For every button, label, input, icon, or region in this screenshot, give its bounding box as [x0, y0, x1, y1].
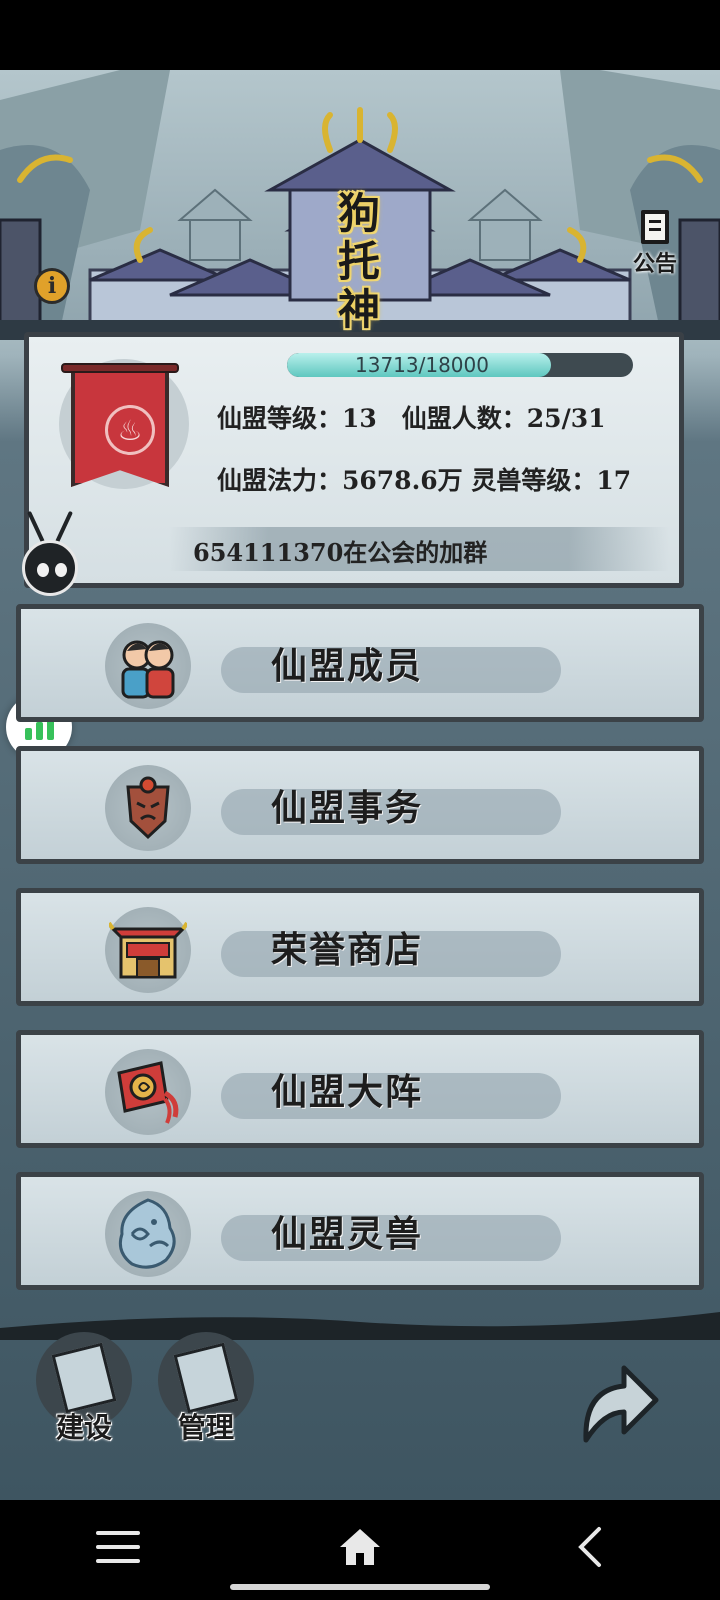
back-icon[interactable]	[560, 1522, 620, 1572]
menu-honor-shop[interactable]: 荣誉商店	[16, 888, 704, 1006]
mascot-assistant-icon[interactable]	[18, 510, 82, 610]
manage-label: 管理	[177, 1411, 234, 1444]
guild-banner-icon: ♨	[71, 367, 169, 487]
menu-guild-members[interactable]: 仙盟成员	[16, 604, 704, 722]
build-button[interactable]: 建设	[36, 1332, 132, 1444]
return-arrow-icon[interactable]	[576, 1350, 662, 1450]
menu-label: 仙盟成员	[271, 645, 424, 687]
guild-name-char: 托	[337, 237, 380, 286]
menu-label: 仙盟大阵	[271, 1071, 424, 1113]
info-icon: i	[47, 273, 57, 299]
build-label: 建设	[55, 1411, 112, 1444]
status-bar	[0, 0, 720, 70]
guild-xp-text: 13713/18000	[355, 353, 489, 377]
guild-xp-bar: 13713/18000	[287, 353, 633, 377]
guild-info-panel: ♨ 13713/18000 仙盟等级：13 仙盟人数：25/31 仙盟法力：56…	[24, 332, 684, 588]
mascot-antenna	[27, 510, 45, 544]
guild-stats-row-2: 仙盟法力：5678.6万 灵兽等级：17	[217, 466, 632, 495]
system-navigation-bar	[0, 1500, 720, 1600]
mascot-antenna	[55, 510, 73, 544]
menu-guild-spirit-beast[interactable]: 仙盟灵兽	[16, 1172, 704, 1290]
spirit-beast-icon	[105, 1191, 191, 1277]
guild-scene: 狗 托 神 i 公告 ♨ 13713/18000 仙盟等级：13 仙盟人数：25…	[0, 70, 720, 1500]
menu-label: 仙盟灵兽	[271, 1213, 424, 1255]
guild-name-title: 狗 托 神	[335, 190, 383, 334]
menu-guild-formation[interactable]: 仙盟大阵	[16, 1030, 704, 1148]
menu-label: 荣誉商店	[271, 929, 424, 971]
mascot-body	[22, 540, 78, 596]
banner-rod	[61, 363, 179, 373]
guild-name-char: 神	[337, 285, 380, 334]
guild-emblem[interactable]: ♨	[59, 359, 189, 489]
home-icon[interactable]	[330, 1522, 390, 1572]
members-icon	[105, 623, 191, 709]
announcement-label: 公告	[632, 252, 677, 277]
announcement-icon	[641, 210, 669, 244]
shield-mask-icon	[105, 765, 191, 851]
signal-bar	[35, 722, 43, 740]
menu-guild-affairs[interactable]: 仙盟事务	[16, 746, 704, 864]
guild-stats-row-1: 仙盟等级：13 仙盟人数：25/31	[217, 404, 606, 433]
manage-button[interactable]: 管理	[158, 1332, 254, 1444]
guild-notice-text: 654111370在公会的加群	[193, 538, 488, 567]
mascot-eye	[37, 563, 49, 577]
array-banner-icon	[105, 1049, 191, 1135]
shop-gate-icon	[105, 907, 191, 993]
flame-emblem-icon: ♨	[105, 405, 155, 455]
signal-bar	[24, 728, 32, 740]
mascot-eye	[55, 563, 67, 577]
menu-icon[interactable]	[88, 1522, 148, 1572]
menu-label: 仙盟事务	[271, 787, 424, 829]
info-button[interactable]: i	[34, 268, 70, 304]
guild-name-char: 狗	[337, 189, 380, 238]
announcement-button[interactable]: 公告	[622, 210, 688, 282]
gesture-pill[interactable]	[230, 1584, 490, 1590]
